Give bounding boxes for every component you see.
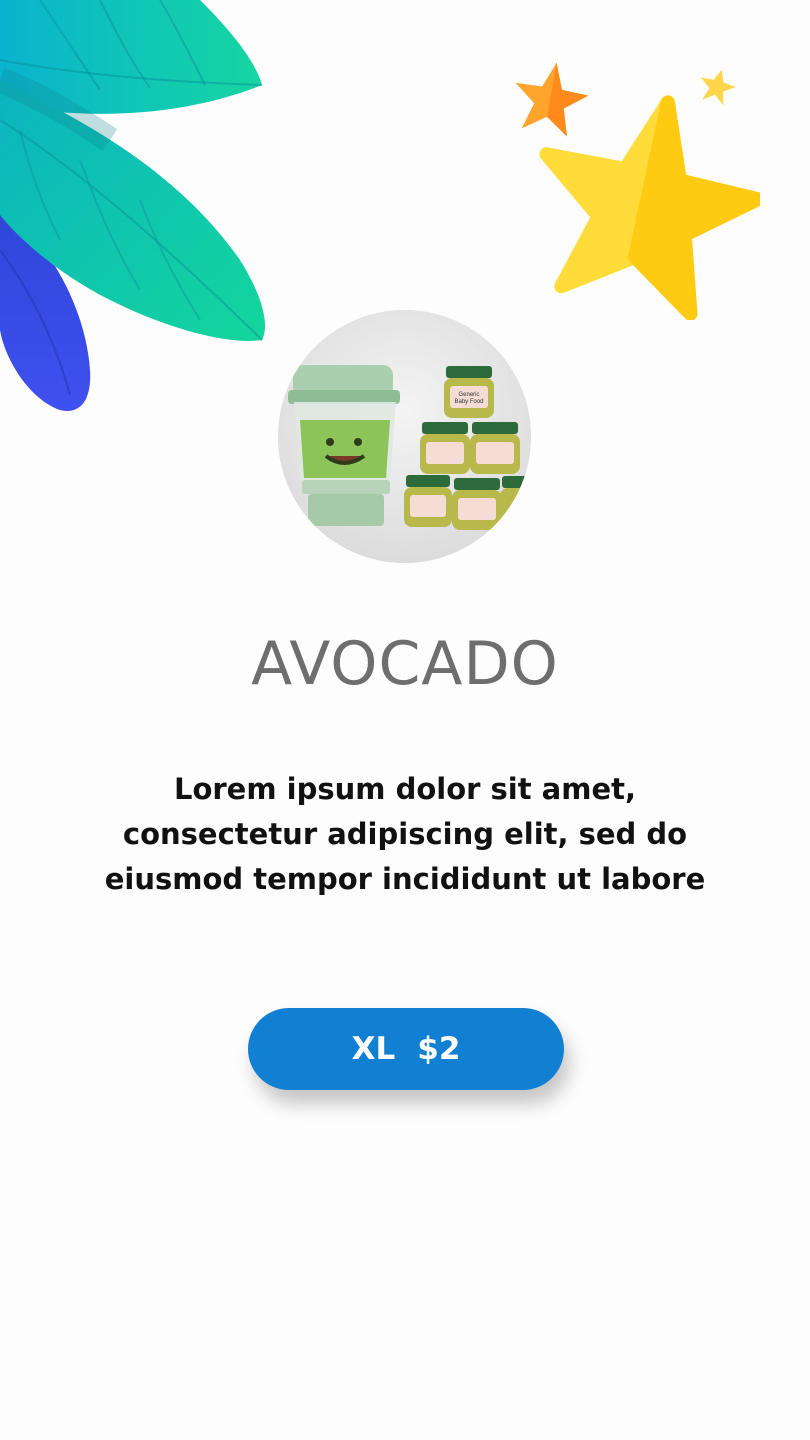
size-label: XL [351, 1031, 396, 1067]
product-screen: Generic Baby Food AVOCADO Lorem ipsum do… [0, 0, 810, 1440]
description-line: eiusmod tempor incididunt ut labore [104, 862, 706, 896]
product-description: Lorem ipsum dolor sit amet, consectetur … [60, 767, 750, 902]
baby-food-jars-photo: Generic Baby Food [278, 310, 531, 563]
svg-text:Generic: Generic [458, 392, 479, 398]
size-price-button[interactable]: XL $2 [248, 1008, 564, 1090]
stars-icon [515, 62, 760, 320]
product-title: AVOCADO [251, 629, 559, 699]
product-image: Generic Baby Food [278, 310, 531, 563]
description-line: consectetur adipiscing elit, sed do [122, 817, 688, 851]
svg-text:Baby Food: Baby Food [454, 399, 483, 405]
leaves-icon [0, 0, 266, 411]
price-label: $2 [417, 1031, 461, 1067]
description-line: Lorem ipsum dolor sit amet, [173, 772, 637, 806]
